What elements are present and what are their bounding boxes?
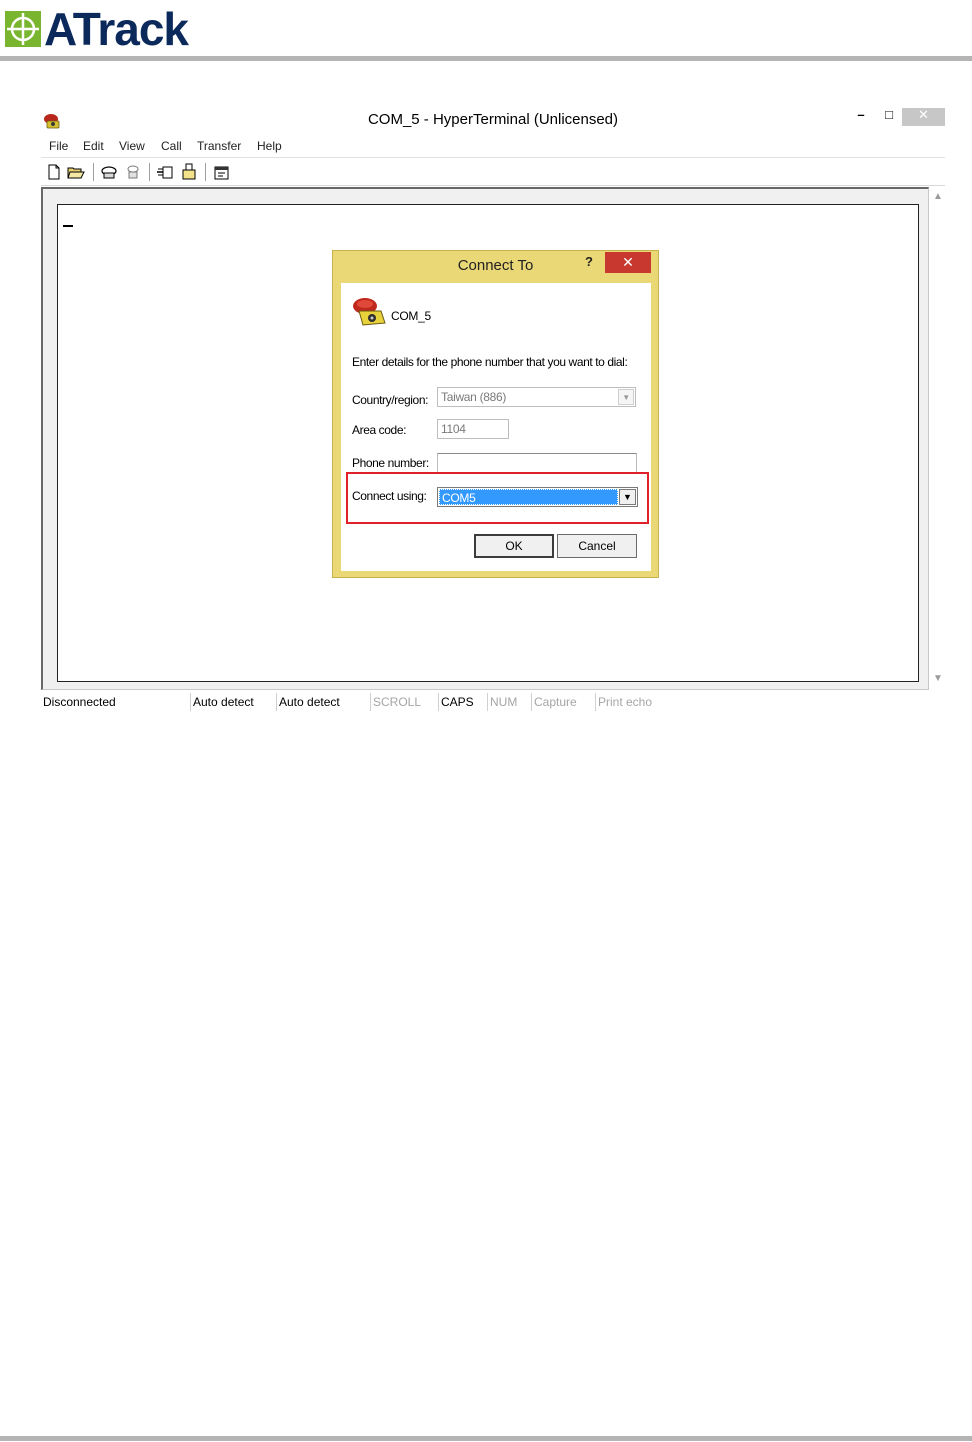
dialog-body: COM_5 Enter details for the phone number… (341, 283, 651, 571)
country-region-value: Taiwan (886) (441, 390, 507, 404)
toolbar-separator (205, 163, 206, 181)
receive-icon[interactable] (180, 163, 198, 181)
menu-file[interactable]: File (49, 139, 68, 153)
brand-name: ATrack (44, 3, 189, 55)
toolbar-separator (149, 163, 150, 181)
status-terminal-detect: Auto detect (190, 693, 274, 711)
menu-view[interactable]: View (119, 139, 145, 153)
toolbar-separator (93, 163, 94, 181)
ok-button[interactable]: OK (474, 534, 554, 558)
header-divider (0, 56, 972, 61)
area-code-label: Area code: (352, 423, 407, 437)
new-file-icon[interactable] (45, 163, 63, 181)
minimize-button[interactable]: – (851, 108, 871, 126)
connect-using-value: COM5 (439, 489, 618, 505)
connection-name: COM_5 (391, 309, 431, 323)
toolbar (41, 160, 945, 186)
status-capture: Capture (531, 693, 594, 711)
open-folder-icon[interactable] (67, 163, 85, 181)
area-code-input[interactable]: 1104 (437, 419, 509, 439)
scroll-up-icon[interactable]: ▲ (931, 191, 945, 202)
phone-number-input[interactable] (437, 453, 637, 473)
cancel-button[interactable]: Cancel (557, 534, 637, 558)
menu-edit[interactable]: Edit (83, 139, 104, 153)
scroll-down-icon[interactable]: ▼ (931, 673, 945, 684)
status-scroll: SCROLL (370, 693, 436, 711)
dial-instructions: Enter details for the phone number that … (352, 355, 628, 369)
vertical-scrollbar[interactable]: ▲ ▼ (931, 187, 945, 690)
dialog-close-button[interactable]: ✕ (605, 252, 651, 273)
send-icon[interactable] (156, 163, 174, 181)
footer-divider (0, 1436, 972, 1441)
connect-to-dialog: Connect To ? ✕ COM_5 Enter details for t… (332, 250, 659, 578)
properties-icon[interactable] (213, 163, 231, 181)
status-bar: Disconnected Auto detect Auto detect SCR… (41, 693, 945, 711)
status-caps: CAPS (438, 693, 486, 711)
disconnect-icon[interactable] (124, 163, 142, 181)
status-print-echo: Print echo (595, 693, 673, 711)
menu-transfer[interactable]: Transfer (197, 139, 241, 153)
document-header: ATrack (0, 0, 972, 62)
country-region-label: Country/region: (352, 393, 429, 407)
atrack-logo-icon (5, 11, 41, 47)
title-bar[interactable]: COM_5 - HyperTerminal (Unlicensed) – □ ✕ (41, 108, 945, 135)
help-button[interactable]: ? (583, 254, 595, 269)
call-icon[interactable] (100, 163, 118, 181)
menu-bar: File Edit View Call Transfer Help (41, 136, 945, 158)
status-connection: Disconnected (43, 695, 116, 709)
phone-number-label: Phone number: (352, 456, 429, 470)
text-cursor (63, 225, 73, 227)
maximize-button[interactable]: □ (879, 108, 899, 126)
menu-call[interactable]: Call (161, 139, 182, 153)
chevron-down-icon[interactable]: ▼ (618, 389, 634, 405)
close-button[interactable]: ✕ (902, 108, 945, 126)
chevron-down-icon[interactable]: ▼ (619, 489, 636, 505)
status-num: NUM (487, 693, 530, 711)
window-title: COM_5 - HyperTerminal (Unlicensed) (367, 111, 619, 128)
country-region-select[interactable]: Taiwan (886) ▼ (437, 387, 636, 407)
menu-help[interactable]: Help (257, 139, 282, 153)
status-baud-detect: Auto detect (276, 693, 368, 711)
phone-icon (353, 298, 386, 326)
connect-using-label: Connect using: (352, 489, 427, 503)
connect-using-select[interactable]: COM5 ▼ (437, 487, 638, 507)
